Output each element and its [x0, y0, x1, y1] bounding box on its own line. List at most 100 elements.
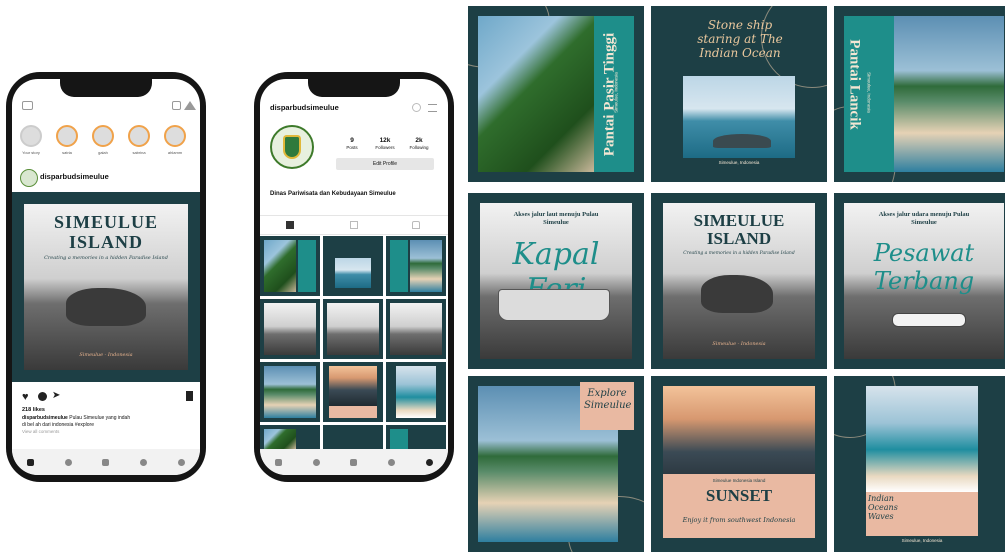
story-label: satria — [62, 150, 72, 155]
profile-picture[interactable] — [270, 125, 314, 169]
tile-photo — [866, 386, 978, 492]
story-avatar[interactable] — [128, 125, 150, 147]
phone-mockup-feed: Your story satria galah sabrina ahlamm d… — [6, 72, 206, 482]
tile-subtitle: Simeulue, Indonesia — [866, 72, 872, 113]
instagram-top-bar — [12, 79, 200, 110]
tile-subtitle: Simeulue, Indonesia — [718, 160, 760, 165]
grid-thumb[interactable] — [323, 236, 383, 296]
story-avatar[interactable] — [20, 125, 42, 147]
tile-small-text: Simeulue Indonesia Island — [712, 478, 766, 483]
tile-title: Indian Oceans Waves — [868, 494, 898, 521]
thumb-photo — [390, 303, 442, 355]
phone-screen: disparbudsimeulue 9 Posts 12k Followers … — [260, 79, 448, 475]
profile-icon[interactable] — [177, 458, 185, 466]
caption-user[interactable]: disparbudsimeulue — [22, 415, 68, 421]
posts-label: Posts — [346, 145, 358, 150]
home-icon[interactable] — [27, 458, 35, 466]
list-tab-icon[interactable] — [350, 221, 358, 229]
add-post-icon[interactable] — [102, 458, 110, 466]
tagged-tab-icon[interactable] — [412, 221, 420, 229]
story-avatar[interactable] — [92, 125, 114, 147]
grid-tile-kapal-feri[interactable]: Akses jalur laut menuju Pulau Simeulue K… — [468, 193, 644, 369]
instagram-feed-grid: Pantai Pasir Tinggi Simeulue, Indonesia … — [468, 6, 1005, 552]
followers-label[interactable]: Followers — [370, 145, 400, 150]
grid-tile-pesawat-terbang[interactable]: Akses jalur udara menuju Pulau Simeulue … — [834, 193, 1005, 369]
likes-count: 218 likes — [22, 407, 45, 413]
tile-label-box — [663, 474, 815, 538]
story-avatar[interactable] — [56, 125, 78, 147]
following-label[interactable]: Following — [404, 145, 434, 150]
share-icon[interactable]: ➤ — [52, 390, 60, 401]
tile-subtitle: Simeulue, Indonesia — [901, 538, 943, 543]
heart-icon[interactable] — [140, 458, 148, 466]
profile-grid — [260, 236, 448, 449]
post-username[interactable]: disparbudsimeulue — [40, 172, 109, 181]
grid-tile-simeulue-island[interactable]: SIMEULUE ISLAND Creating a memories in a… — [651, 193, 827, 369]
thumb-photo — [329, 366, 377, 406]
profile-username: disparbudsimeulue — [270, 103, 339, 112]
grid-thumb[interactable] — [323, 299, 383, 359]
grid-tile-indian-oceans-waves[interactable]: Indian Oceans Waves Simeulue, Indonesia — [834, 376, 1005, 552]
tile-title: Pesawat — [873, 239, 975, 267]
home-icon[interactable] — [275, 458, 283, 466]
grid-tile-stone-ship[interactable]: Stone ship staring at The Indian Ocean S… — [651, 6, 827, 182]
tile-subtitle: Enjoy it from southwest Indonesia — [682, 516, 796, 524]
grid-thumb[interactable] — [260, 236, 320, 296]
grid-thumb[interactable] — [386, 425, 446, 449]
tile-heading: Akses jalur laut menuju Pulau Simeulue — [513, 211, 599, 226]
story-label: ahlamm — [167, 150, 183, 155]
following-count: 2k — [415, 137, 423, 144]
grid-thumb[interactable] — [260, 425, 320, 449]
bottom-nav — [260, 449, 448, 475]
grid-thumb[interactable] — [323, 425, 383, 449]
grid-thumb[interactable] — [386, 362, 446, 422]
like-icon[interactable]: ♥ — [22, 391, 29, 403]
direct-message-icon[interactable] — [184, 101, 196, 110]
grid-tile-explore-simeulue[interactable]: Explore Simeulue — [468, 376, 644, 552]
grid-tile-pantai-pasir-tinggi[interactable]: Pantai Pasir Tinggi Simeulue, Indonesia — [468, 6, 644, 182]
add-post-icon[interactable] — [350, 458, 358, 466]
thumb-photo — [264, 429, 296, 449]
story-avatar[interactable] — [164, 125, 186, 147]
activity-icon[interactable] — [172, 101, 181, 110]
tile-photo — [894, 16, 1004, 172]
followers-count: 12k — [379, 137, 391, 144]
thumb-photo — [396, 366, 436, 418]
bio-name: Dinas Pariwisata dan Kebudayaan Simeulue — [270, 191, 396, 197]
ferry-shape — [498, 289, 610, 321]
bookmark-icon[interactable] — [186, 391, 193, 401]
thumb-photo — [327, 303, 379, 355]
profile-icon[interactable] — [425, 458, 433, 466]
archive-icon[interactable] — [412, 103, 421, 112]
caption: disparbudsimeulue Pulau Simeulue yang in… — [22, 415, 130, 421]
comment-icon[interactable] — [38, 392, 47, 401]
post-image[interactable]: SIMEULUE ISLAND Creating a memories in a… — [12, 192, 200, 382]
tile-title: Stone ship staring at The Indian Ocean — [697, 18, 783, 60]
search-icon[interactable] — [312, 458, 320, 466]
avatar[interactable] — [20, 169, 38, 187]
post-tagline: Creating a memories in a hidden Paradise… — [44, 255, 168, 261]
story-label: galah — [98, 150, 108, 155]
phone-mockup-profile: disparbudsimeulue 9 Posts 12k Followers … — [254, 72, 454, 482]
grid-tile-pantai-lancik[interactable]: Pantai Lancik Simeulue, Indonesia — [834, 6, 1005, 182]
tile-signature: Simeulue - Indonesia — [712, 341, 766, 347]
grid-thumb[interactable] — [260, 362, 320, 422]
grid-tile-sunset[interactable]: Simeulue Indonesia Island SUNSET Enjoy i… — [651, 376, 827, 552]
tile-title: SUNSET — [705, 486, 773, 505]
edit-profile-button[interactable]: Edit Profile — [336, 158, 434, 170]
menu-icon[interactable] — [428, 104, 437, 112]
grid-thumb[interactable] — [386, 236, 446, 296]
grid-thumb[interactable] — [386, 299, 446, 359]
thumb-band — [390, 429, 408, 449]
search-icon[interactable] — [64, 458, 72, 466]
camera-icon[interactable] — [22, 101, 33, 110]
grid-thumb[interactable] — [323, 362, 383, 422]
grid-thumb[interactable] — [260, 299, 320, 359]
bottom-nav — [12, 449, 200, 475]
thumb-photo — [410, 240, 442, 292]
tile-heading: Akses jalur udara menuju Pulau Simeulue — [878, 211, 970, 226]
view-comments-link[interactable]: View all comments — [22, 429, 59, 434]
thumb-photo — [264, 303, 316, 355]
heart-icon[interactable] — [388, 458, 396, 466]
grid-tab-icon[interactable] — [286, 221, 294, 229]
